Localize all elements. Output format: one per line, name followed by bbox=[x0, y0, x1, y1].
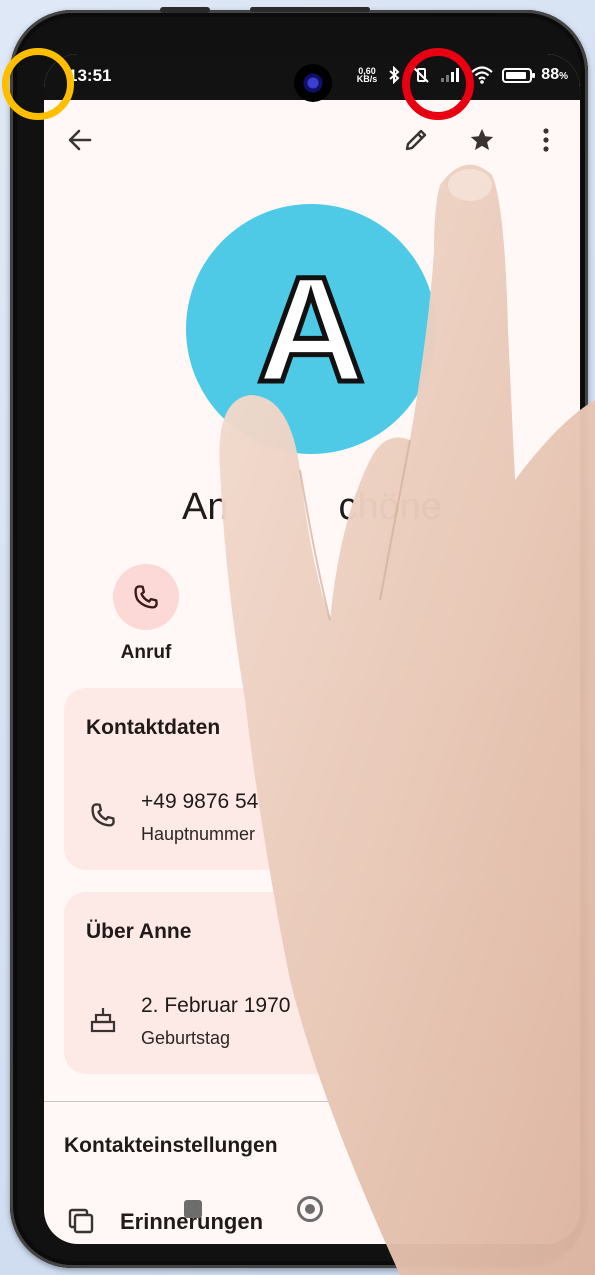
phone-number[interactable]: +49 9876 54 bbox=[141, 790, 258, 814]
recent-apps-button[interactable] bbox=[184, 1200, 202, 1218]
battery-percent: 88% bbox=[541, 66, 568, 84]
phone-type: Hauptnummer bbox=[141, 824, 256, 844]
network-speed-unit: KB/s bbox=[356, 74, 378, 84]
call-button[interactable] bbox=[113, 564, 179, 630]
cake-icon bbox=[90, 1008, 116, 1033]
front-camera bbox=[294, 64, 332, 102]
more-options-button[interactable] bbox=[522, 116, 570, 164]
reminders-icon-wrap bbox=[66, 1206, 100, 1240]
contact-avatar: A bbox=[186, 204, 436, 454]
bluetooth-icon bbox=[389, 66, 400, 84]
status-time: 13:51 bbox=[68, 66, 112, 85]
section-divider bbox=[44, 1101, 580, 1102]
status-bar: 13:51 0,60 KB/s 88% bbox=[44, 54, 580, 102]
about-card: Über Anne 2. Februar 1970 Geburtstag bbox=[64, 892, 564, 1074]
reminders-icon bbox=[68, 1208, 94, 1234]
favorite-highlight-ring bbox=[402, 48, 474, 120]
contact-details-title: Kontaktdaten bbox=[86, 716, 221, 739]
phone-icon bbox=[91, 803, 115, 827]
edit-button[interactable] bbox=[392, 116, 440, 164]
call-label: Anruf bbox=[120, 642, 172, 663]
avatar-letter: A bbox=[254, 245, 367, 413]
phone-speaker-grille bbox=[250, 7, 370, 12]
battery-percent-value: 88 bbox=[541, 66, 560, 83]
contact-name-left: An bbox=[181, 486, 229, 528]
call-action[interactable]: Anruf bbox=[106, 564, 186, 664]
battery-icon bbox=[502, 67, 536, 83]
phone-row-icon bbox=[86, 798, 120, 832]
star-icon bbox=[470, 128, 494, 151]
network-speed: 0,60 KB/s bbox=[356, 67, 378, 84]
phone-frame: 13:51 0,60 KB/s 88% A An chöne Anruf Kon… bbox=[10, 7, 588, 1268]
battery-percent-unit: % bbox=[559, 71, 568, 82]
home-button[interactable] bbox=[297, 1196, 323, 1222]
birthday-date: 2. Februar 1970 bbox=[141, 994, 291, 1017]
cake-row-icon bbox=[86, 1002, 120, 1036]
contact-settings-title: Kontakteinstellungen bbox=[64, 1134, 278, 1157]
back-button[interactable] bbox=[56, 116, 104, 164]
contact-name-right: chöne bbox=[338, 486, 443, 528]
more-vert-icon bbox=[543, 128, 549, 152]
about-title: Über Anne bbox=[86, 920, 192, 943]
contact-details-card: Kontaktdaten +49 9876 54 Hauptnummer bbox=[64, 688, 564, 870]
phone-side-button bbox=[160, 7, 210, 13]
contact-name: An chöne bbox=[44, 486, 580, 529]
birthday-label: Geburtstag bbox=[141, 1028, 231, 1048]
favorite-button[interactable] bbox=[458, 116, 506, 164]
screen: 13:51 0,60 KB/s 88% A An chöne Anruf Kon… bbox=[44, 54, 580, 1244]
app-bar bbox=[44, 110, 580, 170]
pencil-icon bbox=[405, 129, 427, 151]
back-highlight-ring bbox=[2, 48, 74, 120]
wifi-icon bbox=[471, 66, 494, 84]
arrow-left-icon bbox=[68, 129, 92, 151]
phone-icon bbox=[134, 585, 158, 609]
